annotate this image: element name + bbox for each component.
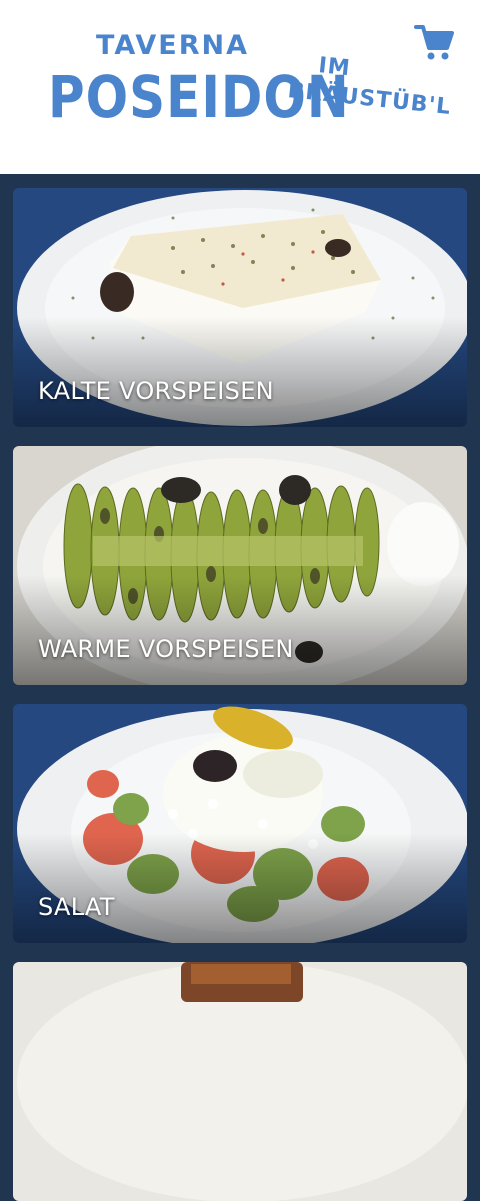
category-title: SALAT <box>38 893 115 921</box>
logo-subtitle-im: IM <box>317 53 352 82</box>
category-card-kalte-vorspeisen[interactable]: KALTE VORSPEISEN <box>13 188 467 427</box>
category-title: KALTE VORSPEISEN <box>38 377 274 405</box>
category-card-warme-vorspeisen[interactable]: WARME VORSPEISEN <box>13 446 467 685</box>
logo-subtitle: IM BRÄUSTÜB'L <box>282 50 453 146</box>
logo-taverna[interactable]: TAVERNA <box>96 30 249 61</box>
site-header: TAVERNA POSEIDON IM BRÄUSTÜB'L <box>0 0 480 174</box>
category-card-salat[interactable]: SALAT <box>13 704 467 943</box>
category-card-4[interactable] <box>13 962 467 1201</box>
dish-photo <box>13 962 467 1201</box>
shopping-cart-icon[interactable] <box>414 24 454 62</box>
category-list: KALTE VORSPEISEN WARME VORSPEISEN SALAT <box>0 174 480 1201</box>
logo-subtitle-braeustuebl: BRÄUSTÜB'L <box>286 78 453 121</box>
category-title: WARME VORSPEISEN <box>38 635 294 663</box>
